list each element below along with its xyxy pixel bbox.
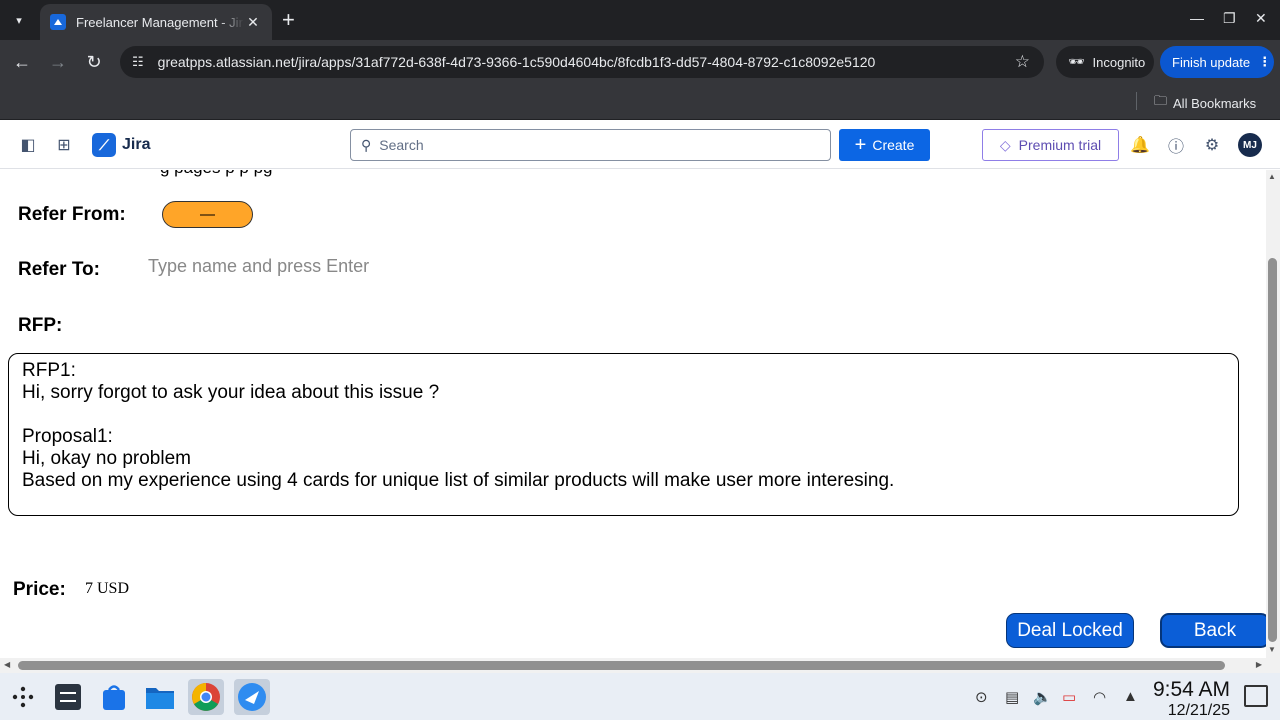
bookmark-star-icon[interactable]: ☆	[1015, 52, 1030, 72]
jira-logo[interactable]: ⟋ Jira	[92, 133, 150, 157]
price-value: 7 USD	[85, 580, 130, 597]
settings-gear-icon[interactable]: ⚙	[1200, 133, 1224, 157]
deal-locked-button[interactable]: Deal Locked	[1006, 613, 1134, 648]
scroll-right-icon[interactable]: ▶	[1256, 660, 1262, 669]
settings-app-icon[interactable]	[50, 679, 86, 715]
price-label: Price:	[13, 579, 66, 600]
diamond-icon: ◇	[999, 136, 1011, 153]
store-app-icon[interactable]	[96, 679, 132, 715]
search-input[interactable]: ⚲ Search	[350, 129, 831, 161]
address-bar[interactable]: ☷ greatpps.atlassian.net/jira/apps/31af7…	[120, 46, 1044, 78]
bookmarks-divider	[1136, 92, 1137, 110]
notifications-bell-icon[interactable]: 🔔	[1128, 133, 1152, 157]
volume-icon[interactable]: 🔈	[1033, 688, 1052, 706]
scroll-up-icon[interactable]: ▲	[1268, 172, 1276, 181]
all-bookmarks-label: All Bookmarks	[1173, 95, 1257, 111]
create-label: Create	[872, 137, 915, 153]
help-icon[interactable]: ⓘ	[1164, 133, 1188, 157]
tab-close-icon[interactable]: ✕	[244, 14, 262, 31]
horizontal-scrollbar[interactable]: ◀ ▶	[0, 658, 1280, 673]
kebab-menu-icon: ⋮	[1258, 54, 1272, 69]
avatar[interactable]: MJ	[1238, 133, 1262, 157]
jira-top-nav: ◧ ⊞ ⟋ Jira ⚲ Search + Create ◇ Premium t…	[0, 121, 1280, 169]
jira-logo-icon: ⟋	[92, 133, 116, 157]
new-tab-icon[interactable]: +	[282, 8, 295, 32]
premium-label: Premium trial	[1018, 137, 1102, 153]
clock-time: 9:54 AM	[1152, 678, 1230, 701]
tab-search-icon[interactable]: ▾	[6, 8, 32, 32]
tray-update-icon[interactable]: ⊙	[975, 688, 988, 706]
window-close-icon[interactable]: ✕	[1255, 10, 1267, 27]
forward-arrow-icon[interactable]: →	[46, 50, 70, 74]
jira-favicon-icon	[50, 14, 66, 30]
search-placeholder: Search	[379, 137, 424, 153]
finish-update-label: Finish update	[1172, 54, 1251, 70]
create-button[interactable]: + Create	[839, 129, 930, 161]
plus-icon: +	[854, 134, 867, 156]
browser-tab[interactable]: Freelancer Management - Jira ✕	[40, 4, 272, 40]
rfp-line: Proposal1:	[22, 426, 113, 447]
rfp-line: Hi, okay no problem	[22, 448, 191, 469]
chrome-app-icon[interactable]	[188, 679, 224, 715]
maximize-icon[interactable]: ❐	[1223, 10, 1236, 27]
battery-icon[interactable]: ▭	[1062, 688, 1076, 706]
incognito-label: Incognito	[1092, 54, 1146, 70]
show-desktop-icon[interactable]	[1244, 685, 1268, 707]
premium-trial-button[interactable]: ◇ Premium trial	[982, 129, 1119, 161]
tray-clipboard-icon[interactable]: ▤	[1005, 688, 1019, 706]
finish-update-button[interactable]: Finish update ⋮	[1160, 46, 1274, 78]
clock-date: 12/21/25	[1167, 702, 1230, 719]
folder-icon: 🗀	[1154, 93, 1168, 108]
jira-app-name: Jira	[122, 136, 151, 153]
minimize-icon[interactable]: —	[1190, 10, 1204, 26]
reload-icon[interactable]: ↻	[82, 50, 106, 74]
app-content: g pages p p pg Refer From: — Refer To: T…	[0, 170, 1266, 658]
refer-from-value[interactable]: —	[162, 201, 253, 228]
vertical-scroll-thumb[interactable]	[1268, 258, 1277, 642]
site-info-icon[interactable]: ☷	[132, 54, 144, 70]
rfp-line: RFP1:	[22, 360, 76, 381]
os-taskbar: ⊙ ▤ 🔈 ▭ ◠ ▲ 9:54 AM 12/21/25	[0, 673, 1280, 720]
scroll-left-icon[interactable]: ◀	[4, 660, 10, 669]
sidebar-toggle-icon[interactable]: ◧	[16, 133, 40, 157]
refer-to-input[interactable]: Type name and press Enter	[148, 256, 369, 277]
app-switcher-icon[interactable]: ⊞	[52, 133, 76, 157]
rfp-label: RFP:	[18, 315, 63, 336]
tab-title: Freelancer Management - Jira	[76, 14, 244, 30]
browser-tabstrip: ▾ Freelancer Management - Jira ✕ + — ❐ ✕	[0, 0, 1280, 40]
search-icon: ⚲	[361, 136, 372, 153]
back-arrow-icon[interactable]: ←	[10, 50, 34, 74]
rfp-line: Based on my experience using 4 cards for…	[22, 470, 895, 491]
back-button[interactable]: Back	[1160, 613, 1266, 648]
all-bookmarks-button[interactable]: 🗀 All Bookmarks	[1154, 92, 1256, 114]
bookmarks-bar: 🗀 All Bookmarks	[0, 84, 1280, 120]
rfp-line	[22, 404, 1225, 426]
wifi-icon[interactable]: ◠	[1093, 688, 1106, 706]
launcher-icon[interactable]	[5, 679, 41, 715]
rfp-line: Hi, sorry forgot to ask your idea about …	[22, 382, 440, 403]
url-text: greatpps.atlassian.net/jira/apps/31af772…	[157, 54, 876, 70]
scroll-down-icon[interactable]: ▼	[1268, 645, 1276, 654]
app-icon[interactable]	[234, 679, 270, 715]
vertical-scrollbar[interactable]: ▲ ▼	[1266, 170, 1280, 658]
browser-toolbar: ← → ↻ ☷ greatpps.atlassian.net/jira/apps…	[0, 40, 1280, 84]
refer-from-label: Refer From:	[18, 204, 126, 225]
clock[interactable]: 9:54 AM 12/21/25	[1146, 678, 1230, 720]
rfp-textarea[interactable]: RFP1: Hi, sorry forgot to ask your idea …	[8, 353, 1239, 516]
refer-to-label: Refer To:	[18, 259, 100, 280]
files-app-icon[interactable]	[142, 679, 178, 715]
incognito-icon: 🕶	[1068, 54, 1085, 69]
incognito-indicator[interactable]: 🕶 Incognito	[1056, 46, 1154, 78]
tray-expand-icon[interactable]: ▲	[1123, 688, 1138, 705]
cut-off-text: g pages p p pg	[160, 170, 272, 178]
horizontal-scroll-thumb[interactable]	[18, 661, 1225, 670]
